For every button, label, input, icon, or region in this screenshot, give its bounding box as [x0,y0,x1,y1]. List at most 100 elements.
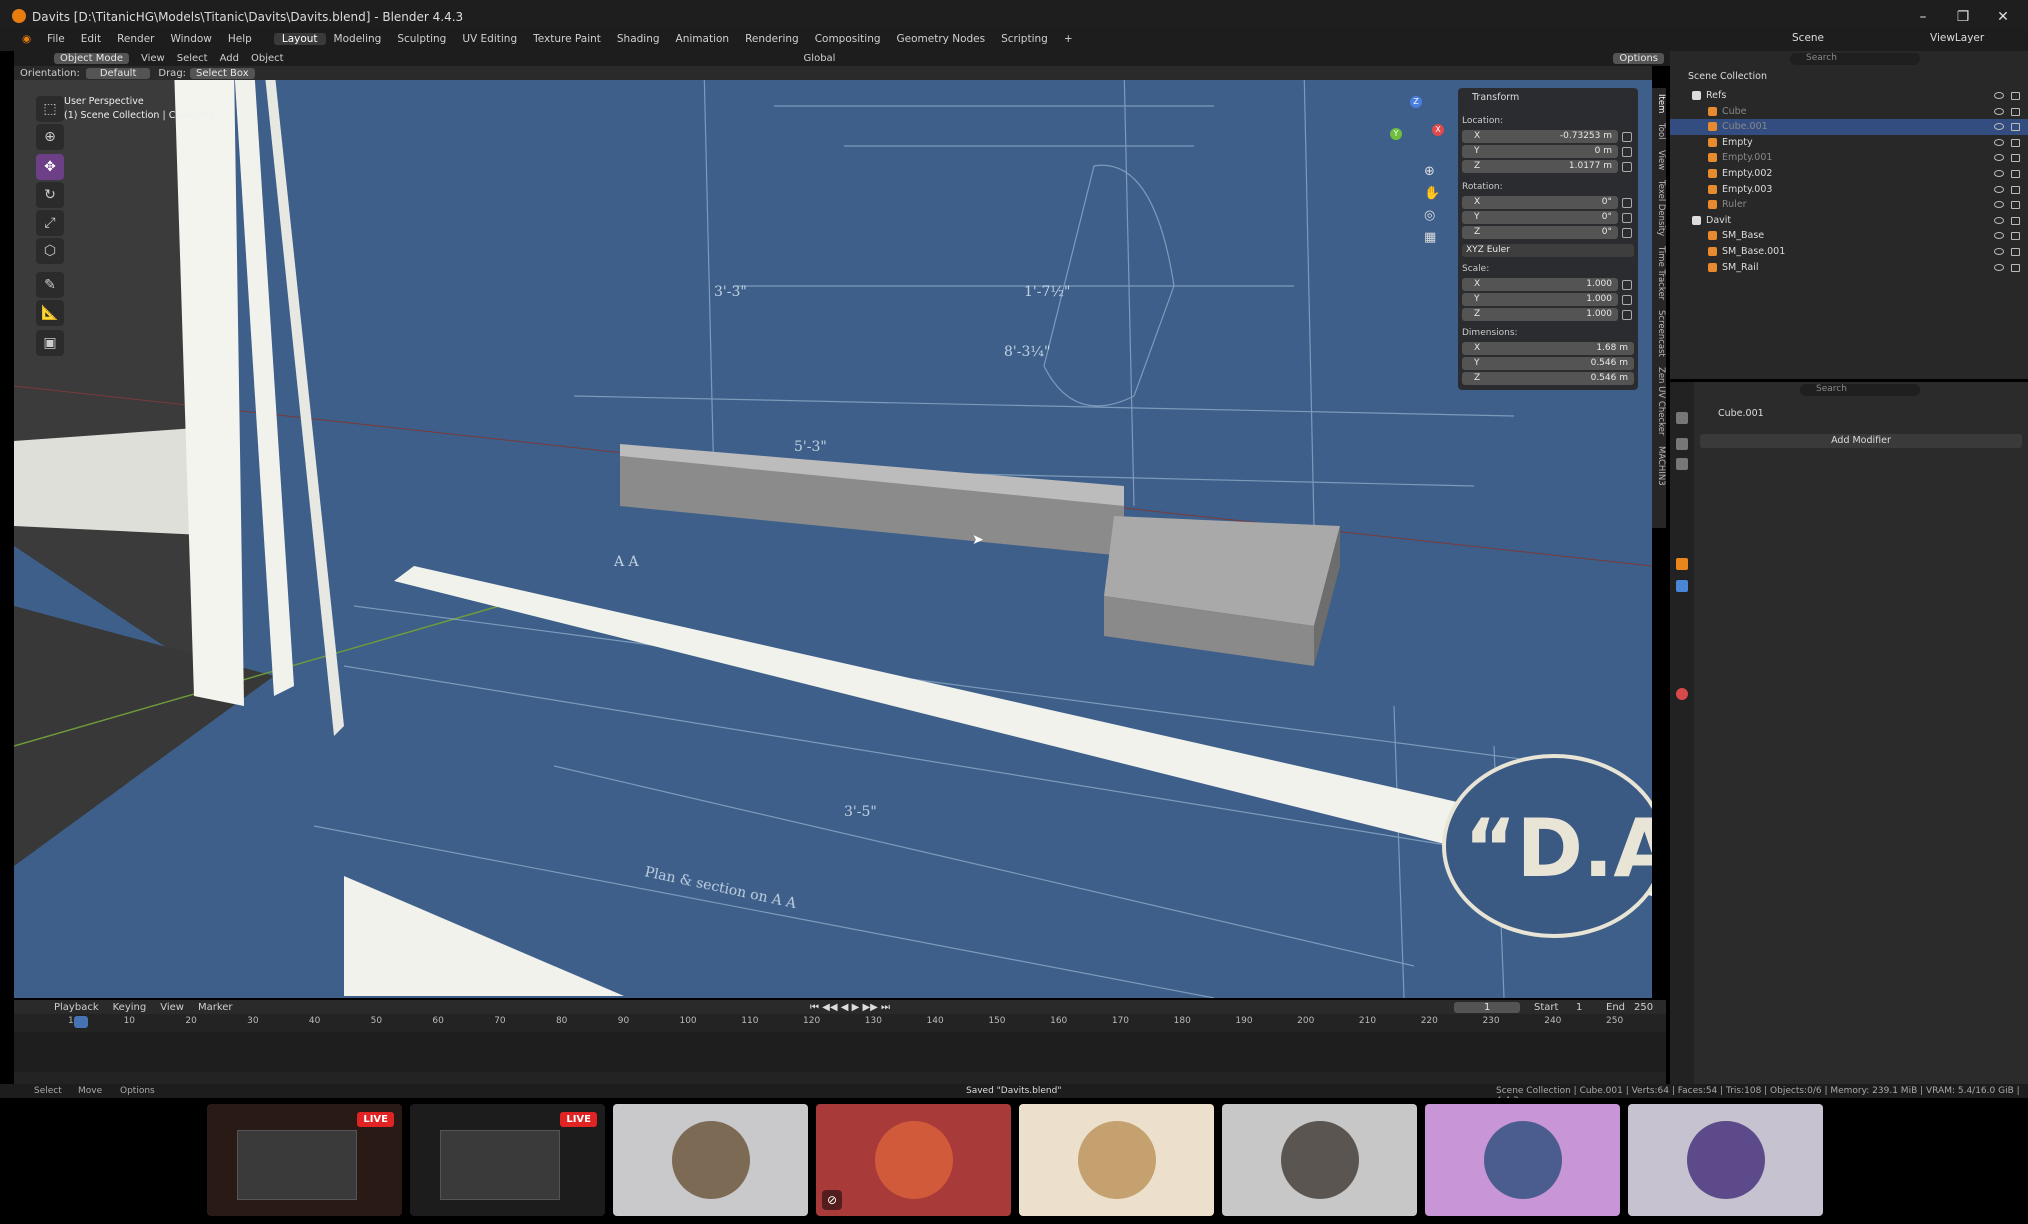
menu-keying[interactable]: Keying [113,1002,147,1013]
tab-rendering[interactable]: Rendering [737,33,807,45]
options-button[interactable]: Options [1613,53,1664,64]
lock-icon[interactable] [1622,228,1632,238]
tab-sculpting[interactable]: Sculpting [389,33,454,45]
zoom-icon[interactable]: ⊕ [1424,164,1435,179]
transform-orientation-dropdown[interactable]: Global [804,53,836,64]
menu-edit[interactable]: Edit [73,33,109,45]
current-frame-field[interactable]: 1 [1454,1001,1521,1013]
render-camera-icon[interactable] [2011,185,2020,194]
outliner-search[interactable]: Search [1790,53,1920,65]
render-camera-icon[interactable] [2011,263,2020,272]
participant-tile[interactable] [1628,1104,1823,1216]
participant-tile[interactable] [1222,1104,1417,1216]
menu-view-timeline[interactable]: View [160,1002,184,1013]
scene-selector[interactable]: Scene [1784,32,1832,44]
tab-texel-density[interactable]: Texel Density [1652,180,1666,236]
tab-compositing[interactable]: Compositing [807,33,889,45]
menu-marker[interactable]: Marker [198,1002,233,1013]
render-camera-icon[interactable] [2011,92,2020,100]
menu-render[interactable]: Render [109,33,162,45]
gizmo-x-axis[interactable]: X [1432,124,1444,136]
rotation-z-field[interactable]: Z 0° [1462,226,1618,239]
tab-time-tracker[interactable]: Time Tracker [1652,246,1666,300]
tab-view[interactable]: View [1652,150,1666,170]
render-camera-icon[interactable] [2011,201,2020,210]
outliner-row[interactable]: Refs [1670,88,2028,104]
tab-animation[interactable]: Animation [668,33,738,45]
outliner-row[interactable]: SM_Base [1670,228,2028,244]
location-y-field[interactable]: Y 0 m [1462,145,1618,158]
tab-zen-uv-checker[interactable]: Zen UV Checker [1652,367,1666,435]
properties-search[interactable]: Search [1800,384,1920,396]
timeline-scrubber[interactable] [74,1016,88,1028]
tab-geometry-nodes[interactable]: Geometry Nodes [889,33,994,45]
participant-tile[interactable] [613,1104,808,1216]
select-tool-icon[interactable]: ⬚ [36,96,64,122]
tab-item[interactable]: Item [1652,94,1666,113]
annotate-tool-icon[interactable]: ✎ [36,272,64,298]
visibility-eye-icon[interactable] [1994,123,2004,131]
visibility-eye-icon[interactable] [1994,216,2004,224]
visibility-eye-icon[interactable] [1994,138,2004,146]
tab-scripting[interactable]: Scripting [993,33,1056,45]
render-camera-icon[interactable] [2011,232,2020,241]
tool-properties-icon[interactable] [1676,412,1688,424]
drag-dropdown[interactable]: Select Box [190,67,255,79]
rotation-mode-dropdown[interactable]: XYZ Euler [1462,244,1634,257]
add-cube-tool-icon[interactable]: ▣ [36,330,64,356]
outliner-row[interactable]: Cube.001 [1670,119,2028,136]
visibility-eye-icon[interactable] [1994,185,2004,193]
camera-view-icon[interactable]: ◎ [1424,208,1435,223]
lock-icon[interactable] [1622,295,1632,305]
start-frame-field[interactable]: 1 [1576,1002,1582,1013]
add-modifier-button[interactable]: Add Modifier [1700,434,2022,448]
location-z-field[interactable]: Z 1.0177 m [1462,160,1618,173]
menu-playback[interactable]: Playback [54,1002,99,1013]
scale-y-field[interactable]: Y 1.000 [1462,293,1618,306]
outliner-row[interactable]: Cube [1670,104,2028,120]
mode-selector[interactable]: Object Mode [54,53,129,64]
dimensions-y-field[interactable]: Y 0.546 m [1462,357,1634,370]
lock-icon[interactable] [1622,162,1632,172]
screen-share-tile[interactable]: LIVE [207,1104,402,1216]
rotation-y-field[interactable]: Y 0° [1462,211,1618,224]
tab-tool[interactable]: Tool [1652,123,1666,140]
lock-icon[interactable] [1622,280,1632,290]
tab-texture-paint[interactable]: Texture Paint [525,33,609,45]
participant-tile[interactable] [1019,1104,1214,1216]
lock-icon[interactable] [1622,213,1632,223]
rotation-x-field[interactable]: X 0° [1462,196,1618,209]
render-camera-icon[interactable] [2011,216,2020,225]
screen-share-tile[interactable]: LIVE [410,1104,605,1216]
lock-icon[interactable] [1622,198,1632,208]
location-x-field[interactable]: X -0.73253 m [1462,130,1618,143]
menu-select[interactable]: Select [177,53,208,64]
outliner-row[interactable]: Ruler [1670,197,2028,213]
pan-hand-icon[interactable]: ✋ [1424,186,1440,201]
view-layer-selector[interactable]: ViewLayer [1922,32,1992,44]
orientation-dropdown[interactable]: Default [85,67,151,79]
tab-machin3[interactable]: MACHIN3 [1652,446,1666,486]
playback-controls[interactable]: ⏮ ◀◀ ◀ ▶ ▶▶ ⏭ [810,1002,890,1013]
lock-icon[interactable] [1622,310,1632,320]
3d-viewport[interactable]: 3'-3" 1'-7½" 5'-3" 3'-5" 8'-3¼" Plan & s… [14,66,1652,998]
tab-layout[interactable]: Layout [273,33,326,45]
ortho-grid-icon[interactable]: ▦ [1424,230,1436,245]
measure-tool-icon[interactable]: 📐 [36,300,64,326]
visibility-eye-icon[interactable] [1994,92,2004,99]
visibility-eye-icon[interactable] [1994,232,2004,240]
render-camera-icon[interactable] [2011,170,2020,178]
lock-icon[interactable] [1622,147,1632,157]
visibility-eye-icon[interactable] [1994,201,2004,209]
visibility-eye-icon[interactable] [1994,107,2004,115]
participant-tile[interactable]: ⊘ [816,1104,1011,1216]
menu-view[interactable]: View [141,53,165,64]
cursor-tool-icon[interactable]: ⊕ [36,124,64,150]
outliner-row[interactable]: SM_Rail [1670,260,2028,276]
tab-uv-editing[interactable]: UV Editing [454,33,525,45]
timeline-track-area[interactable] [14,1032,1666,1072]
menu-file[interactable]: File [39,33,73,45]
add-workspace-button[interactable]: + [1056,33,1081,45]
rotate-tool-icon[interactable]: ↻ [36,182,64,208]
gizmo-z-axis[interactable]: Z [1410,96,1422,108]
